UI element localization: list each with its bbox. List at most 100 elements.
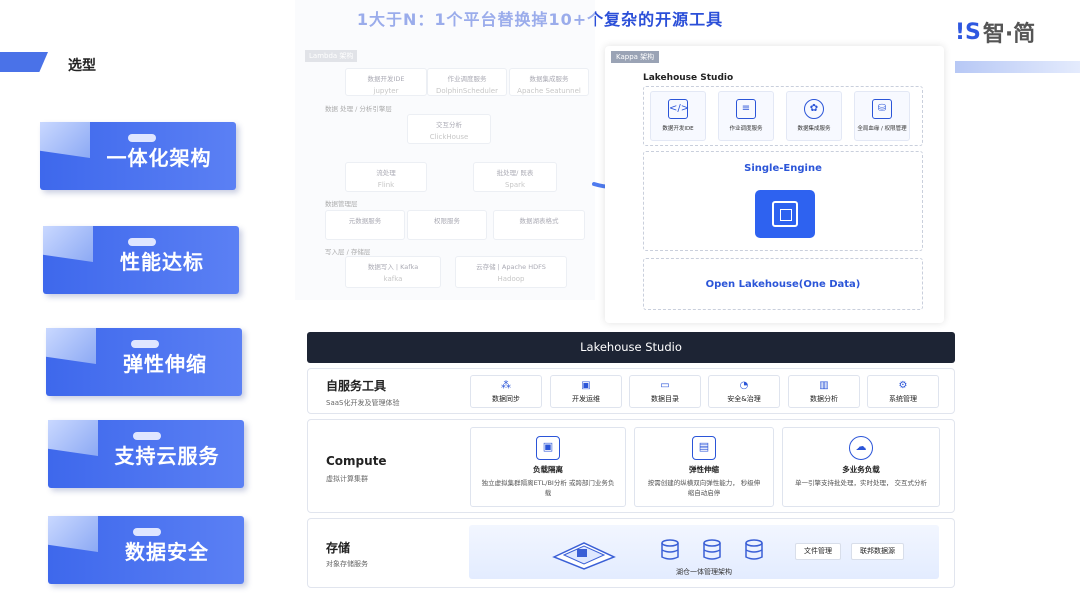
kappa-tool-label: 作业调度服务 (729, 126, 763, 132)
feature-card-security: 数据安全 (48, 516, 244, 584)
database-icon (703, 539, 721, 560)
decor-stripe-left (0, 52, 48, 72)
feature-label: 性能达标 (120, 249, 204, 274)
card-desc: 独立虚拟集群隔离ETL/BI分析 或跨部门业务负载 (481, 479, 615, 497)
tool-security[interactable]: ◔ 安全&治理 (708, 375, 780, 408)
lambda-box: 数据写入 | Kafka kafka (345, 256, 441, 288)
lambda-box-title: 作业调度服务 (447, 75, 487, 83)
bar-chart-icon: ▥ (819, 380, 829, 391)
lambda-box: 数据集成服务 Apache Seatunnel (509, 68, 589, 96)
tool-system-management[interactable]: ⚙ 系统管理 (867, 375, 939, 408)
lambda-box-sub: Hadoop (497, 275, 525, 283)
compute-row: Compute 虚拟计算集群 ▣ 负载隔离独立虚拟集群隔离ETL/BI分析 或跨部… (307, 419, 955, 513)
lambda-box-title: 流处理 (376, 169, 396, 177)
file-management-button[interactable]: 文件管理 (795, 543, 841, 560)
lambda-box-title: 权限服务 (434, 217, 460, 225)
tool-data-sync[interactable]: ⁂ 数据同步 (470, 375, 542, 408)
compute-card-isolation: ▣ 负载隔离独立虚拟集群隔离ETL/BI分析 或跨部门业务负载 (470, 427, 626, 507)
logo-mark: !S (955, 19, 981, 45)
lambda-box-title: 云存储 | Apache HDFS (476, 263, 546, 271)
feature-card-integrated: 一体化架构 (40, 122, 236, 190)
lambda-box: 数据开发IDE jupyter (345, 68, 427, 96)
kappa-tool-label: 数据集成服务 (797, 126, 831, 132)
single-engine-group: Single-Engine (643, 151, 923, 251)
lambda-box: 权限服务 (407, 210, 487, 240)
card-title: 负载隔离 (533, 465, 563, 474)
cloud-icon: ☁ (849, 436, 873, 460)
compute-card-multi-workload: ☁ 多业务负载单一引擎支持批处理，实时处理， 交互式分析 (782, 427, 940, 507)
kappa-tool-integration: ✿ 数据集成服务 (786, 91, 842, 141)
card-tab-decor (48, 516, 98, 552)
lambda-layer-label: 数据 处理 / 分析引擎层 (325, 105, 392, 113)
section-label: 选型 (68, 58, 96, 74)
kappa-tool-ide: </> 数据开发IDE (650, 91, 706, 141)
tool-devops[interactable]: ▣ 开发运维 (550, 375, 622, 408)
lambda-layer-label: 写入层 / 存储层 (325, 248, 371, 256)
row-title: 自服务工具 (326, 379, 387, 393)
open-lakehouse-group: Open Lakehouse(One Data) (643, 258, 923, 310)
lambda-box: 批处理/ 既表 Spark (473, 162, 557, 192)
card-desc: 单一引擎支持批处理，实时处理， 交互式分析 (794, 479, 928, 487)
lakehouse-icon (552, 542, 616, 570)
brand-logo: !S 智·简 (955, 16, 1035, 48)
lambda-box-sub: Apache Seatunnel (517, 87, 581, 95)
lambda-box-title: 交互分析 (436, 121, 462, 129)
card-tab-decor (46, 328, 96, 364)
feature-card-performance: 性能达标 (43, 226, 239, 294)
lambda-box: 元数据服务 (325, 210, 405, 240)
tool-data-analysis[interactable]: ▥ 数据分析 (788, 375, 860, 408)
card-tab-decor (43, 226, 93, 262)
lambda-box: 流处理 Flink (345, 162, 427, 192)
settings-icon: ⚙ (898, 380, 908, 391)
folder-icon: ▭ (660, 380, 670, 391)
card-tab-decor (40, 122, 90, 158)
row-subtitle: 虚拟计算集群 (326, 475, 368, 483)
feature-label: 支持云服务 (114, 443, 220, 468)
card-tab-decor (48, 420, 98, 456)
lambda-box: 交互分析 ClickHouse (407, 114, 491, 144)
open-lakehouse-title: Open Lakehouse(One Data) (705, 279, 861, 290)
lambda-box-sub: kafka (383, 275, 403, 283)
feature-label: 弹性伸缩 (123, 351, 207, 376)
kappa-tag: Kappa 架构 (611, 51, 660, 63)
card-title: 弹性伸缩 (689, 465, 719, 474)
lambda-box-sub: Flink (377, 181, 395, 189)
row-title: Compute (326, 454, 387, 468)
feature-card-elastic: 弹性伸缩 (46, 328, 242, 396)
tool-label: 安全&治理 (727, 395, 761, 403)
storage-illustration: 湖仓一体管理架构 文件管理 联邦数据源 (469, 525, 939, 579)
chip-icon: ▣ (536, 436, 560, 460)
storage-row: 存储 对象存储服务 湖仓一体管理架构 文件管理 联邦数据源 (307, 518, 955, 588)
lambda-box-title: 数据湖表格式 (519, 217, 559, 225)
feature-card-cloud: 支持云服务 (48, 420, 244, 488)
feature-label: 一体化架构 (106, 145, 212, 170)
lambda-box-sub: DolphinScheduler (436, 87, 498, 95)
lakehouse-studio-bar: Lakehouse Studio (307, 332, 955, 363)
code-icon: </> (668, 99, 689, 119)
lambda-box-title: 批处理/ 既表 (496, 169, 534, 177)
tool-label: 数据分析 (810, 395, 838, 403)
sliders-icon: ≡ (736, 99, 756, 119)
network-icon: ✿ (804, 99, 824, 119)
row-subtitle: SaaS化开发及管理体验 (326, 399, 400, 407)
tool-data-catalog[interactable]: ▭ 数据目录 (629, 375, 701, 408)
kappa-studio-title: Lakehouse Studio (643, 73, 734, 83)
tool-label: 系统管理 (889, 395, 917, 403)
lambda-box-title: 数据集成服务 (529, 75, 569, 83)
lambda-layer-label: 数据管理层 (325, 200, 358, 208)
row-title: 存储 (326, 541, 351, 555)
tool-label: 数据同步 (492, 395, 520, 403)
card-title: 多业务负载 (842, 465, 880, 474)
lambda-architecture-diagram: Lambda 架构 数据开发IDE jupyter 作业调度服务 DolphinSc… (295, 0, 595, 300)
lambda-box-sub: Spark (504, 181, 526, 189)
database-icon (661, 539, 679, 560)
lambda-tag: Lambda 架构 (305, 50, 358, 62)
kappa-tool-scheduler: ≡ 作业调度服务 (718, 91, 774, 141)
sync-icon: ⁂ (501, 380, 511, 391)
feature-label: 数据安全 (125, 539, 209, 564)
federated-datasource-button[interactable]: 联邦数据源 (851, 543, 904, 560)
decor-stripe-right (955, 61, 1080, 73)
slide: 1大于N：1个平台替换掉10+个复杂的开源工具 !S 智·简 选型 一体化架构 … (0, 0, 1080, 608)
lambda-box-sub: jupyter (373, 87, 399, 95)
tool-label: 数据目录 (651, 395, 679, 403)
